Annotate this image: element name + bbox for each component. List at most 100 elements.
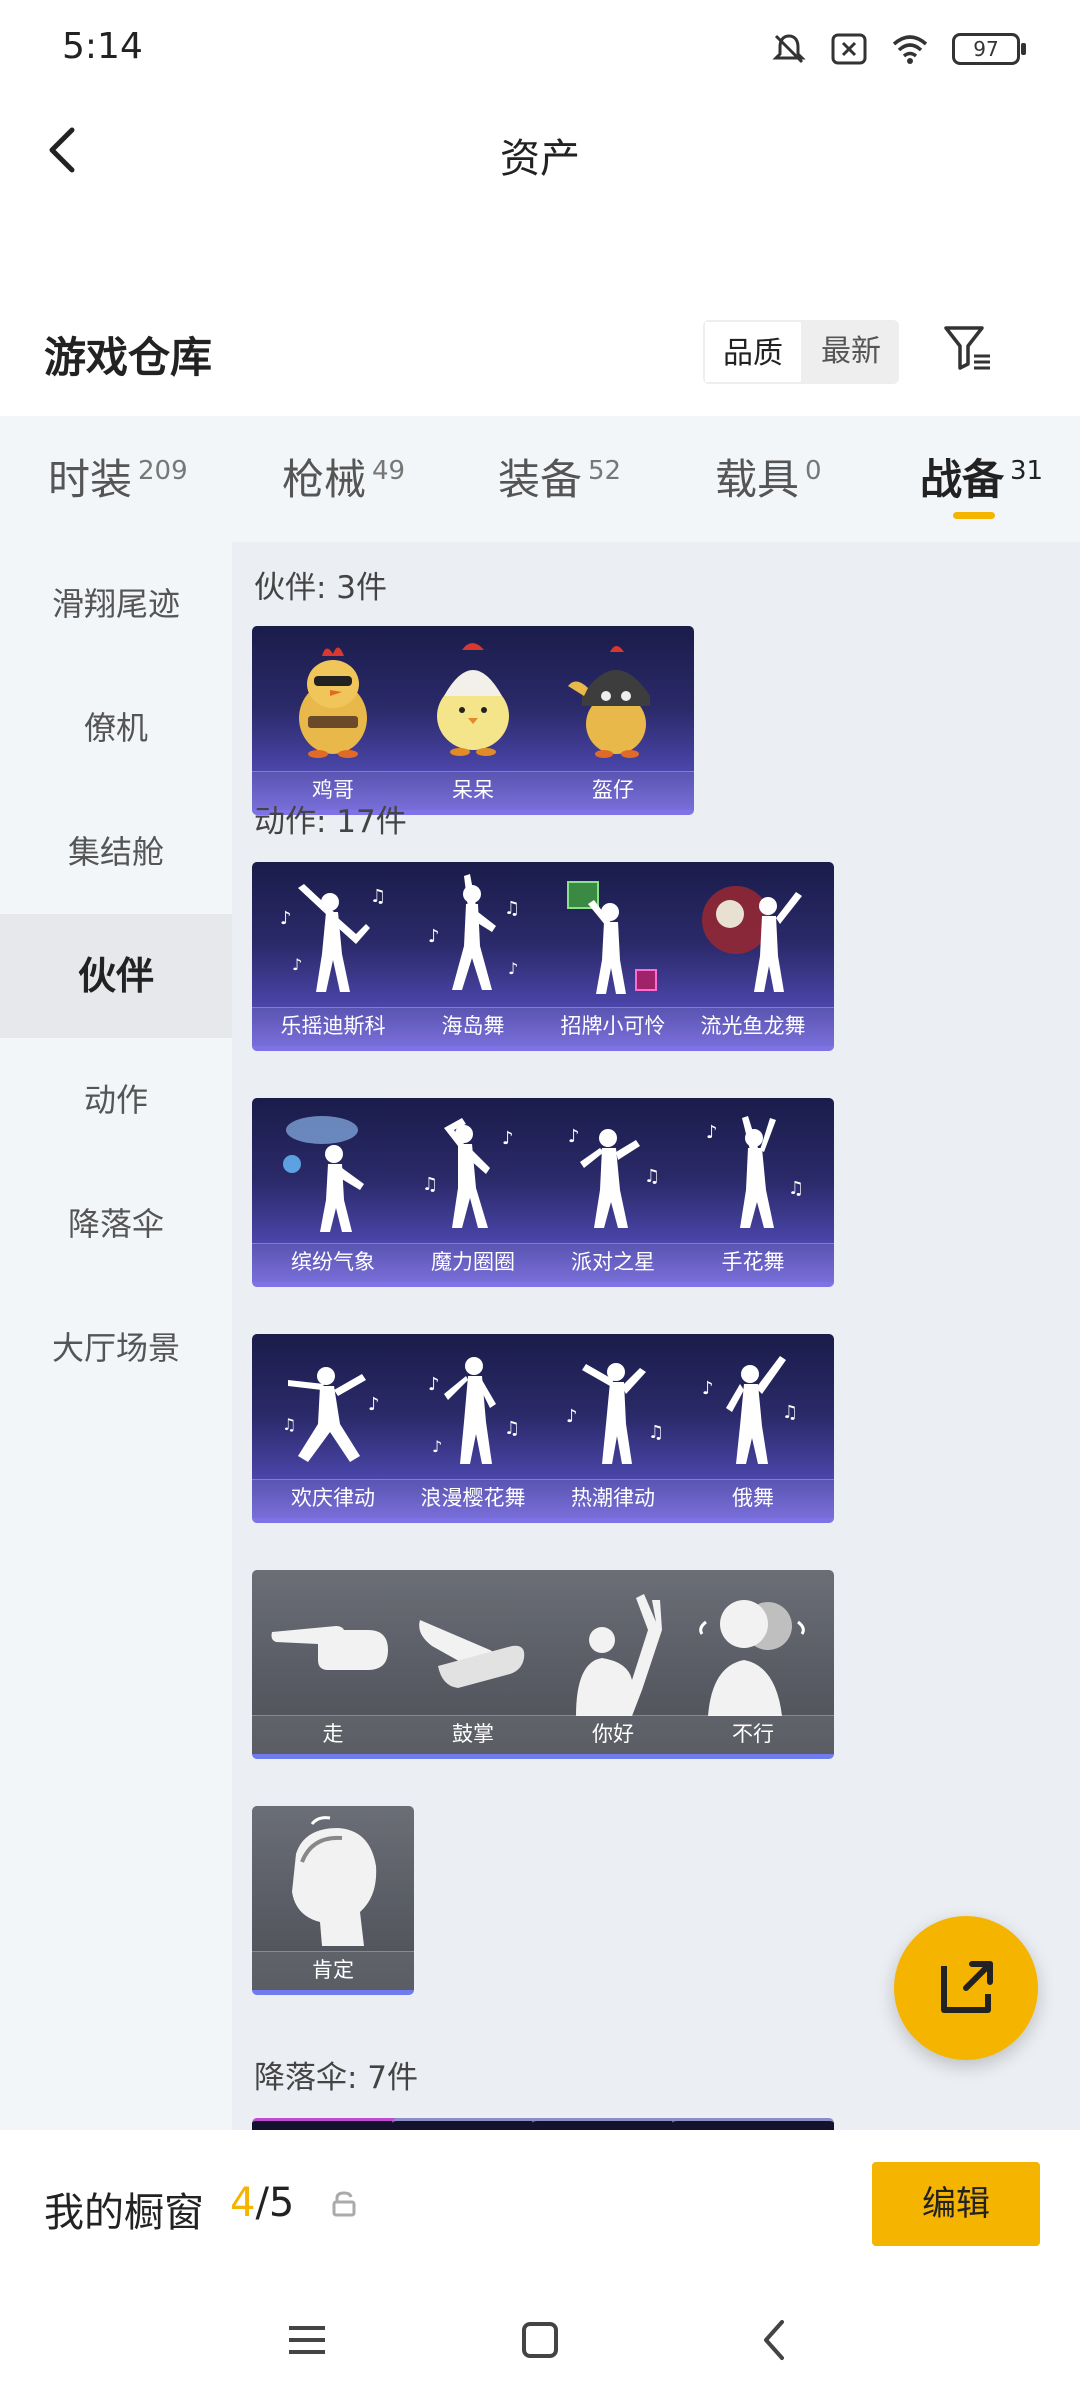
item-card[interactable]: 流光鱼龙舞 <box>672 862 834 1051</box>
sidebar-item-assembly-pod[interactable]: 集结舱 <box>0 790 232 914</box>
sign-dance-figure-icon <box>567 881 657 994</box>
sim-off-icon <box>831 33 867 65</box>
item-card[interactable]: 走 <box>252 1570 414 1759</box>
item-name: 浪漫樱花舞 <box>392 1479 554 1518</box>
menu-icon[interactable] <box>277 2310 337 2370</box>
chicken-partner-icon <box>299 647 367 758</box>
status-icons: 97 <box>770 30 1026 68</box>
tab-label: 枪械 <box>282 455 367 504</box>
sidebar-item-action[interactable]: 动作 <box>0 1038 232 1162</box>
tab-label: 时装 <box>48 455 133 504</box>
svg-text:♫: ♫ <box>504 1418 520 1439</box>
dance-figure-icon: ♪ ♫ <box>422 1118 514 1228</box>
item-name: 不行 <box>672 1715 834 1754</box>
filter-icon[interactable] <box>940 320 996 376</box>
wifi-icon <box>892 35 928 64</box>
showcase-total: /5 <box>255 2180 295 2226</box>
sort-newest-option[interactable]: 最新 <box>803 320 899 384</box>
showcase-label: 我的橱窗 <box>44 2190 204 2236</box>
svg-text:♪: ♪ <box>508 959 518 978</box>
section-title-parachutes: 降落伞: 7件 <box>254 2060 419 2096</box>
item-card[interactable] <box>672 2118 834 2130</box>
item-name: 派对之星 <box>532 1243 694 1282</box>
item-card[interactable]: 缤纷气象 <box>252 1098 414 1287</box>
item-card[interactable]: 呆呆 <box>392 626 554 815</box>
dance-figure-icon: ♪ ♫ <box>282 1367 380 1462</box>
item-card[interactable]: ♪ ♫ 欢庆律动 <box>252 1334 414 1523</box>
item-name: 流光鱼龙舞 <box>672 1007 834 1046</box>
share-icon <box>941 1961 993 2013</box>
item-card[interactable]: 不行 <box>672 1570 834 1759</box>
category-tabs: 时装 209 枪械 49 装备 52 载具 0 战备 31 <box>0 416 1080 542</box>
svg-text:♪: ♪ <box>706 1122 718 1143</box>
item-name: 走 <box>252 1715 414 1754</box>
pointing-hand-icon <box>271 1626 388 1670</box>
warehouse-header: 游戏仓库 品质 最新 <box>0 300 1080 410</box>
sort-quality-option[interactable]: 品质 <box>703 320 803 384</box>
item-card[interactable]: ♪ ♫ 魔力圈圈 <box>392 1098 554 1287</box>
svg-text:♪: ♪ <box>280 908 292 929</box>
item-card[interactable]: ♪ ♫ ♪ 海岛舞 <box>392 862 554 1051</box>
item-card[interactable]: 肯定 <box>252 1806 414 1995</box>
item-card[interactable]: ♪ ♫ 俄舞 <box>672 1334 834 1523</box>
clapping-hands-icon <box>419 1620 525 1688</box>
item-name: 海岛舞 <box>392 1007 554 1046</box>
item-card[interactable]: 你好 <box>532 1570 694 1759</box>
svg-text:♫: ♫ <box>788 1178 804 1199</box>
item-card[interactable]: 鸡哥 <box>252 626 414 815</box>
item-card[interactable]: ♪ ♫ ♪ 乐摇迪斯科 <box>252 862 414 1051</box>
svg-text:♫: ♫ <box>648 1422 664 1443</box>
system-nav-bar <box>0 2280 1080 2400</box>
item-name: 手花舞 <box>672 1243 834 1282</box>
item-card[interactable]: ♪ ♫ 手花舞 <box>672 1098 834 1287</box>
item-name: 缤纷气象 <box>252 1243 414 1282</box>
weather-dance-figure-icon <box>283 1116 364 1232</box>
item-card[interactable]: ♪ ♫ ♪ 浪漫樱花舞 <box>392 1334 554 1523</box>
item-name: 肯定 <box>252 1951 414 1990</box>
svg-text:♪: ♪ <box>368 1394 380 1415</box>
battery-indicator: 97 <box>952 33 1026 65</box>
item-card[interactable] <box>532 2118 694 2130</box>
item-card[interactable]: ♪ ♫ 热潮律动 <box>532 1334 694 1523</box>
sidebar-item-partner[interactable]: 伙伴 <box>0 914 232 1038</box>
item-content: 伙伴: 3件 鸡哥 呆呆 盔仔 动作: 17件 ♪ ♫ ♪ 乐摇迪斯科 ♪ ♫ … <box>232 542 1080 2130</box>
tab-vehicles[interactable]: 载具 0 <box>715 446 822 507</box>
svg-text:♫: ♫ <box>282 1415 296 1434</box>
item-name: 呆呆 <box>392 771 554 810</box>
item-card[interactable] <box>392 2118 554 2130</box>
item-name: 鼓掌 <box>392 1715 554 1754</box>
warehouse-title: 游戏仓库 <box>44 333 213 382</box>
sidebar-item-lobby-scene[interactable]: 大厅场景 <box>0 1286 232 1410</box>
svg-text:♪: ♪ <box>566 1406 578 1427</box>
home-icon[interactable] <box>510 2310 570 2370</box>
item-name: 热潮律动 <box>532 1479 694 1518</box>
tab-guns[interactable]: 枪械 49 <box>282 446 405 507</box>
tab-label: 装备 <box>498 455 583 504</box>
item-card[interactable]: 盔仔 <box>532 626 694 815</box>
sidebar-item-glide-trail[interactable]: 滑翔尾迹 <box>0 542 232 666</box>
tab-label: 载具 <box>715 455 800 504</box>
showcase-current: 4 <box>230 2180 256 2226</box>
svg-text:♪: ♪ <box>568 1126 580 1147</box>
item-card[interactable]: 招牌小可怜 <box>532 862 694 1051</box>
item-name: 魔力圈圈 <box>392 1243 554 1282</box>
tab-battle-gear[interactable]: 战备 31 <box>920 446 1043 507</box>
nod-head-icon <box>292 1816 377 1946</box>
sidebar-item-wingman[interactable]: 僚机 <box>0 666 232 790</box>
edit-button[interactable]: 编辑 <box>872 2162 1040 2246</box>
tab-equipment[interactable]: 装备 52 <box>498 446 621 507</box>
mute-icon <box>772 34 806 64</box>
svg-text:♫: ♫ <box>504 898 520 919</box>
back-nav-icon[interactable] <box>746 2310 806 2370</box>
sidebar-item-parachute[interactable]: 降落伞 <box>0 1162 232 1286</box>
dance-figure-icon: ♪ ♫ <box>702 1356 798 1464</box>
tab-fashion[interactable]: 时装 209 <box>48 446 188 507</box>
lock-icon <box>332 2191 356 2217</box>
item-card[interactable]: 鼓掌 <box>392 1570 554 1759</box>
section-title-actions: 动作: 17件 <box>254 804 407 840</box>
share-fab-button[interactable] <box>894 1916 1038 2060</box>
item-name: 招牌小可怜 <box>532 1007 694 1046</box>
item-card[interactable]: ♪ ♫ 派对之星 <box>532 1098 694 1287</box>
item-card[interactable] <box>252 2118 414 2130</box>
dance-figure-icon: ♪ ♫ ♪ <box>428 1357 520 1464</box>
